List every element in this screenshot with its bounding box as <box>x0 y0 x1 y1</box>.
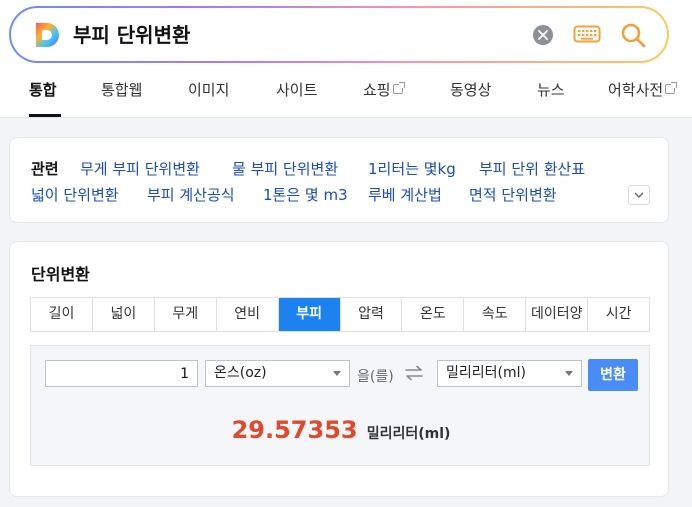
chevron-down-icon <box>333 371 341 376</box>
unit-converter: 단위변환 길이 넓이 무게 연비 부피 압력 온도 속도 데이터양 시간 온스(… <box>9 241 669 497</box>
related-link[interactable]: 루베 계산법 <box>368 184 442 205</box>
clear-search-button[interactable] <box>533 25 553 45</box>
search-icon[interactable] <box>619 21 647 49</box>
amount-input[interactable] <box>45 360 198 387</box>
related-title: 관련 <box>31 160 59 178</box>
conversion-panel: 온스(oz) 을(를) 밀리리터(ml) 변환 29.57353 밀리리터(ml… <box>30 345 650 466</box>
result-value: 29.57353 <box>231 416 358 444</box>
daum-logo-icon <box>36 23 59 47</box>
search-tabs: 통합 통합웹 이미지 사이트 쇼핑 동영상 뉴스 어학사전 <box>0 78 692 118</box>
result-unit: 밀리리터(ml) <box>366 426 451 442</box>
to-unit-select[interactable]: 밀리리터(ml) <box>437 360 582 387</box>
unit-tab-data[interactable]: 데이터양 <box>526 298 589 331</box>
from-unit-value: 온스(oz) <box>214 365 267 381</box>
search-bar[interactable]: 부피 단위변환 <box>9 6 669 63</box>
from-unit-select[interactable]: 온스(oz) <box>205 360 350 387</box>
related-link[interactable]: 부피 계산공식 <box>147 184 235 205</box>
related-searches: 관련 무게 부피 단위변환 물 부피 단위변환 1리터는 몇kg 부피 단위 환… <box>9 137 669 223</box>
related-link[interactable]: 물 부피 단위변환 <box>232 158 338 179</box>
keyboard-icon[interactable] <box>573 23 601 45</box>
unit-tab-volume[interactable]: 부피 <box>278 298 341 331</box>
converter-title: 단위변환 <box>31 265 90 284</box>
related-link[interactable]: 무게 부피 단위변환 <box>80 158 200 179</box>
unit-tab-fuel-efficiency[interactable]: 연비 <box>216 298 279 331</box>
unit-tab-temperature[interactable]: 온도 <box>402 298 465 331</box>
tab-images[interactable]: 이미지 <box>188 78 229 102</box>
conversion-result: 29.57353 밀리리터(ml) <box>31 416 651 444</box>
tab-sites[interactable]: 사이트 <box>276 78 317 102</box>
unit-tab-speed[interactable]: 속도 <box>464 298 527 331</box>
external-link-icon <box>392 82 405 94</box>
external-link-icon <box>665 82 678 94</box>
unit-tab-area[interactable]: 넓이 <box>92 298 155 331</box>
tab-video[interactable]: 동영상 <box>450 78 491 102</box>
chevron-down-icon <box>634 192 644 198</box>
to-unit-value: 밀리리터(ml) <box>446 365 526 381</box>
tab-dictionary[interactable]: 어학사전 <box>608 78 678 102</box>
related-link[interactable]: 부피 단위 환산표 <box>479 158 585 179</box>
tab-news[interactable]: 뉴스 <box>537 78 565 102</box>
unit-category-tabs: 길이 넓이 무게 연비 부피 압력 온도 속도 데이터양 시간 <box>30 297 650 332</box>
close-icon <box>538 30 548 40</box>
unit-tab-length[interactable]: 길이 <box>31 298 93 331</box>
related-link[interactable]: 1톤은 몇 m3 <box>263 184 348 205</box>
related-link[interactable]: 1리터는 몇kg <box>368 158 456 179</box>
convert-button[interactable]: 변환 <box>588 359 638 391</box>
tab-integrated-web[interactable]: 통합웹 <box>101 78 142 102</box>
particle-label: 을(를) <box>357 369 394 385</box>
unit-tab-time[interactable]: 시간 <box>588 298 650 331</box>
unit-tab-weight[interactable]: 무게 <box>154 298 217 331</box>
expand-related-button[interactable] <box>628 185 650 205</box>
related-link[interactable]: 면적 단위변환 <box>469 184 557 205</box>
related-link[interactable]: 넓이 단위변환 <box>31 184 119 205</box>
tab-shopping[interactable]: 쇼핑 <box>363 78 405 102</box>
active-tab-indicator <box>29 114 61 117</box>
unit-tab-pressure[interactable]: 압력 <box>340 298 403 331</box>
search-input[interactable]: 부피 단위변환 <box>73 21 190 49</box>
swap-icon[interactable] <box>404 365 424 381</box>
header: 부피 단위변환 통합 통합웹 이미지 사이트 쇼핑 동영상 뉴스 어학사전 <box>0 0 692 118</box>
tab-integrated[interactable]: 통합 <box>29 78 57 102</box>
chevron-down-icon <box>565 371 573 376</box>
